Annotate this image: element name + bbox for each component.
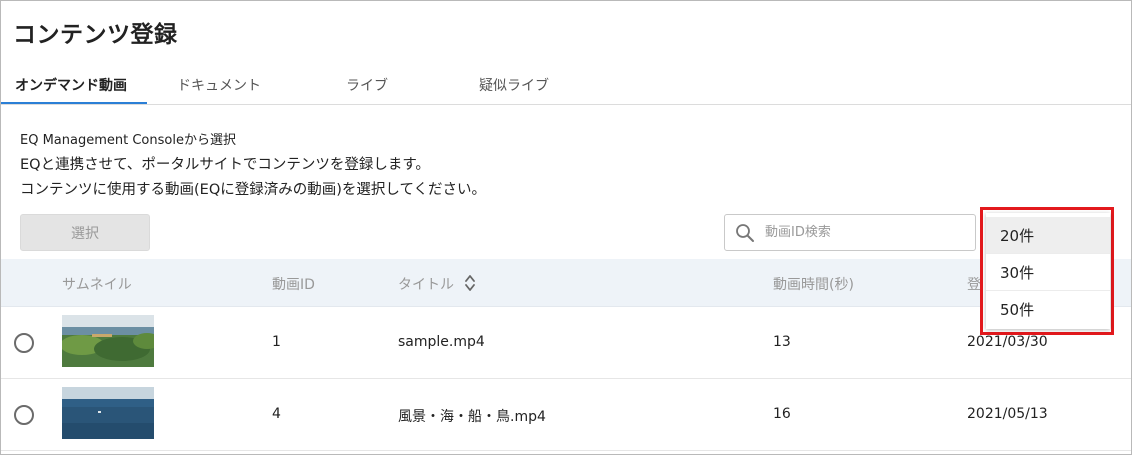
video-thumbnail [62,315,154,367]
title-cell: 風景・海・船・鳥.mp4 [398,409,546,425]
duration-cell: 16 [773,406,791,422]
row-radio-button[interactable] [14,333,34,353]
search-icon [736,224,754,242]
sort-icon[interactable] [464,273,476,293]
page-size-menu: 20件 30件 50件 [986,213,1110,329]
table-row[interactable]: 1 sample.mp4 13 2021/03/30 [1,307,1131,379]
column-header-title[interactable]: タイトル [398,274,454,294]
active-tab-indicator [1,102,147,104]
tab-bar: オンデマンド動画 ドキュメント ライブ 疑似ライブ [1,65,1131,105]
tab-document[interactable]: ドキュメント [177,75,261,95]
select-button[interactable]: 選択 [20,214,150,251]
page-size-option-30[interactable]: 30件 [986,254,1110,291]
column-header-video-id: 動画ID [272,277,315,293]
video-id-cell: 1 [272,334,281,350]
source-heading: EQ Management Consoleから選択 [20,133,236,148]
page-size-option-50[interactable]: 50件 [986,291,1110,328]
duration-cell: 13 [773,334,791,350]
app-window: コンテンツ登録 オンデマンド動画 ドキュメント ライブ 疑似ライブ EQ Man… [0,0,1132,455]
table-row[interactable]: 4 風景・海・船・鳥.mp4 16 2021/05/13 [1,379,1131,451]
description-text: EQと連携させて、ポータルサイトでコンテンツを登録します。 [20,157,430,173]
video-id-search [724,214,976,251]
page-title: コンテンツ登録 [13,22,178,48]
page-size-option-20[interactable]: 20件 [986,217,1110,254]
video-id-cell: 4 [272,406,281,422]
instruction-text: コンテンツに使用する動画(EQに登録済みの動画)を選択してください。 [20,182,487,198]
row-radio-button[interactable] [14,405,34,425]
page-size-dropdown-highlight: 20件 30件 50件 [980,207,1114,335]
video-thumbnail [62,387,154,439]
tab-live[interactable]: ライブ [346,75,388,95]
tab-pseudo-live[interactable]: 疑似ライブ [479,75,549,95]
search-input[interactable] [765,215,970,250]
column-header-thumbnail: サムネイル [62,277,132,293]
tab-on-demand-video[interactable]: オンデマンド動画 [15,75,127,95]
column-header-registered-date: 登 [967,277,981,293]
column-header-duration: 動画時間(秒) [773,277,854,293]
registered-date-cell: 2021/03/30 [967,334,1048,350]
registered-date-cell: 2021/05/13 [967,406,1048,422]
table-header: サムネイル 動画ID タイトル 動画時間(秒) 登 [1,259,1131,307]
title-cell: sample.mp4 [398,334,485,350]
